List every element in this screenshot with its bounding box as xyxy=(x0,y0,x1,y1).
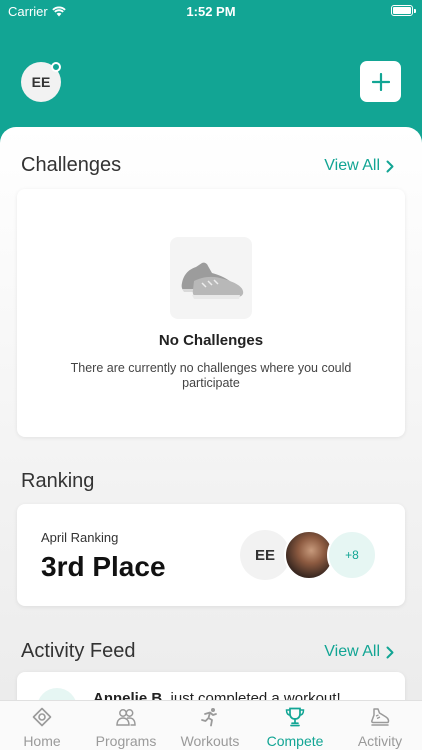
view-all-label: View All xyxy=(324,157,380,174)
ranking-more-count: +8 xyxy=(327,530,377,580)
challenges-title: Challenges xyxy=(21,154,122,176)
add-button[interactable] xyxy=(360,61,401,102)
chevron-right-icon xyxy=(386,646,394,658)
tab-activity[interactable]: Activity xyxy=(338,701,422,750)
feed-item-avatar xyxy=(37,688,77,700)
plus-icon xyxy=(371,72,390,91)
tab-label: Workouts xyxy=(180,733,240,749)
empty-state-description: There are currently no challenges where … xyxy=(70,361,352,390)
tab-compete[interactable]: Compete xyxy=(253,701,337,750)
sneakers-illustration xyxy=(170,237,252,319)
tab-home[interactable]: Home xyxy=(0,701,84,750)
chevron-right-icon xyxy=(386,160,394,172)
tab-label: Compete xyxy=(266,733,324,749)
feed-item-user: Annelie B. xyxy=(93,690,167,700)
sneaker-icon xyxy=(181,262,244,299)
challenges-view-all-link[interactable]: View All xyxy=(324,157,394,175)
empty-state-title: No Challenges xyxy=(158,332,264,349)
view-all-label: View All xyxy=(324,643,380,660)
feed-item-text: Annelie B. just completed a workout! xyxy=(93,690,341,700)
status-time: 1:52 PM xyxy=(186,4,236,19)
ranking-card[interactable]: April Ranking 3rd Place EE +8 xyxy=(17,504,405,606)
ranking-place: 3rd Place xyxy=(41,551,166,582)
tab-label: Activity xyxy=(357,733,403,749)
tab-programs[interactable]: Programs xyxy=(84,701,168,750)
home-icon xyxy=(32,707,52,727)
online-status-dot xyxy=(51,62,61,72)
battery-icon xyxy=(391,5,416,16)
activity-view-all-link[interactable]: View All xyxy=(324,643,394,661)
people-icon xyxy=(116,709,136,726)
tab-label: Home xyxy=(23,733,61,749)
avatar-initials: EE xyxy=(31,74,51,90)
runner-icon xyxy=(201,708,217,727)
trophy-icon xyxy=(285,707,305,727)
tab-workouts[interactable]: Workouts xyxy=(168,701,252,750)
ranking-avatar-initials: EE xyxy=(240,530,290,580)
profile-avatar[interactable]: EE xyxy=(21,62,61,102)
ranking-title: Ranking xyxy=(21,470,95,492)
content-sheet: Challenges View All No Challenges There … xyxy=(0,127,422,700)
ranking-period: April Ranking xyxy=(41,530,119,545)
activity-feed-title: Activity Feed xyxy=(21,640,136,662)
activity-feed-item[interactable]: Annelie B. just completed a workout! xyxy=(17,672,405,700)
challenges-card: No Challenges There are currently no cha… xyxy=(17,189,405,437)
status-bar: Carrier 1:52 PM xyxy=(0,0,422,22)
tab-label: Programs xyxy=(95,733,157,749)
tab-bar: Home Programs Workouts Compete Activity xyxy=(0,700,422,750)
feed-item-message: just completed a workout! xyxy=(170,690,341,700)
shoe-icon xyxy=(371,708,390,726)
